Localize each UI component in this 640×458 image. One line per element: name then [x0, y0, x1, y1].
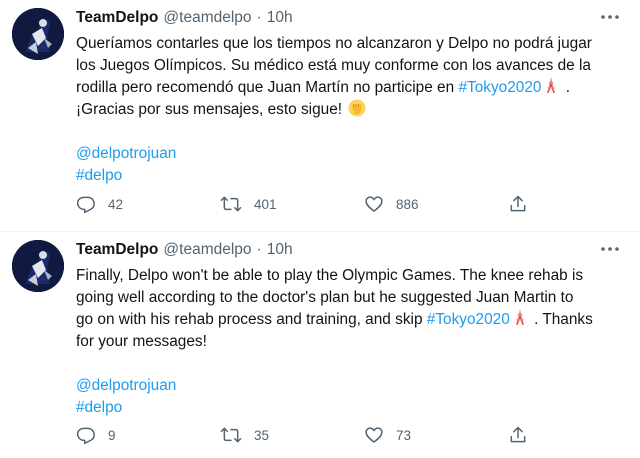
tweet-header: TeamDelpo @teamdelpo · 10h [76, 241, 620, 261]
raised-fist-emoji-icon [348, 99, 366, 124]
tweet[interactable]: TeamDelpo @teamdelpo · 10h Finally, Delp… [0, 232, 640, 458]
hashtag-link[interactable]: #Tokyo2020 [427, 311, 510, 328]
separator: · [256, 241, 262, 258]
reply-icon [76, 194, 96, 214]
tweet-text-line: for your messages! [76, 333, 207, 350]
tweet-actions: 9 35 73 [76, 423, 540, 447]
reply-icon [76, 425, 96, 445]
mention-link[interactable]: @delpotrojuan [76, 145, 176, 162]
share-icon [508, 194, 528, 214]
tweet-text-line: Finally, Delpo won't be able to play the… [76, 267, 584, 284]
mention-line: @delpotrojuan [76, 375, 624, 397]
display-name[interactable]: TeamDelpo [76, 9, 158, 27]
more-options-icon[interactable] [598, 8, 622, 26]
hashtag-line: #delpo [76, 165, 624, 187]
avatar[interactable] [12, 240, 64, 292]
retweet-button[interactable]: 35 [220, 425, 364, 445]
retweet-icon [220, 194, 242, 214]
tweet-text-segment: . Thanks [529, 311, 593, 328]
heart-icon [364, 425, 384, 445]
tweet-text-line: ¡Gracias por sus mensajes, esto sigue! [76, 99, 624, 121]
tweet-text-line: Queríamos contarles que los tiempos no a… [76, 35, 592, 52]
retweet-button[interactable]: 401 [220, 194, 364, 214]
reply-button[interactable]: 9 [76, 425, 220, 445]
tweet-text-segment: go on with his rehab process and trainin… [76, 311, 427, 328]
retweet-count: 401 [254, 196, 277, 212]
like-button[interactable]: 886 [364, 194, 508, 214]
handle[interactable]: @teamdelpo [163, 9, 251, 27]
separator: · [256, 9, 262, 26]
tweet-header: TeamDelpo @teamdelpo · 10h [76, 9, 620, 29]
reply-button[interactable]: 42 [76, 194, 220, 214]
tweet-text-segment: . [561, 79, 571, 96]
hashtag-link[interactable]: #delpo [76, 167, 122, 184]
timestamp[interactable]: 10h [267, 9, 293, 27]
reply-count: 42 [108, 196, 124, 212]
like-count: 886 [396, 196, 419, 212]
tweet-text: Finally, Delpo won't be able to play the… [76, 265, 624, 419]
retweet-icon [220, 425, 242, 445]
display-name[interactable]: TeamDelpo [76, 241, 158, 259]
share-button[interactable] [508, 194, 528, 214]
heart-icon [364, 194, 384, 214]
tweet-text-line: rodilla pero recomendó que Juan Martín n… [76, 77, 624, 99]
timestamp[interactable]: 10h [267, 241, 293, 259]
tweet-text-line: go on with his rehab process and trainin… [76, 309, 624, 331]
tweet-text-segment: ¡Gracias por sus mensajes, esto sigue! [76, 101, 343, 118]
tweet-text: Queríamos contarles que los tiempos no a… [76, 33, 624, 187]
hashtag-line: #delpo [76, 397, 624, 419]
tweet-feed: TeamDelpo @teamdelpo · 10h Queríamos con… [0, 0, 640, 458]
mention-link[interactable]: @delpotrojuan [76, 377, 176, 394]
tweet-text-line: los Juegos Olímpicos. Su médico está muy… [76, 57, 591, 74]
tokyo-tower-emoji-icon [514, 309, 526, 333]
reply-count: 9 [108, 427, 116, 443]
tweet-actions: 42 401 886 [76, 192, 540, 216]
more-options-icon[interactable] [598, 240, 622, 258]
tokyo-tower-emoji-icon [545, 77, 557, 101]
avatar[interactable] [12, 8, 64, 60]
share-button[interactable] [508, 425, 528, 445]
like-count: 73 [396, 427, 412, 443]
tweet[interactable]: TeamDelpo @teamdelpo · 10h Queríamos con… [0, 0, 640, 232]
tweet-text-segment: rodilla pero recomendó que Juan Martín n… [76, 79, 459, 96]
like-button[interactable]: 73 [364, 425, 508, 445]
handle[interactable]: @teamdelpo [163, 241, 251, 259]
retweet-count: 35 [254, 427, 270, 443]
share-icon [508, 425, 528, 445]
hashtag-link[interactable]: #Tokyo2020 [458, 79, 541, 96]
mention-line: @delpotrojuan [76, 143, 624, 165]
hashtag-link[interactable]: #delpo [76, 399, 122, 416]
tweet-text-line: going well according to the doctor's pla… [76, 289, 574, 306]
